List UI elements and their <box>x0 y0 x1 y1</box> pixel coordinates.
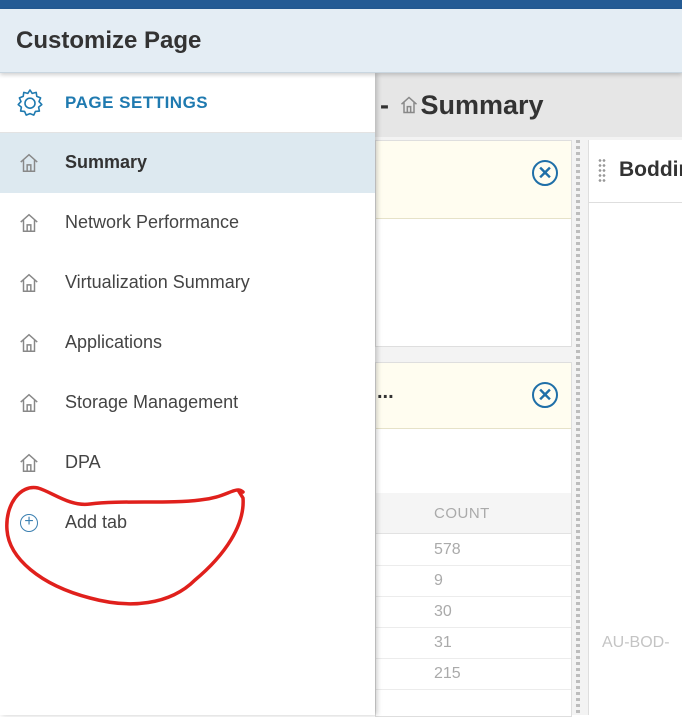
table-header: COUNT <box>376 493 571 534</box>
row-divider <box>376 596 571 597</box>
widget-card: ✕ <box>375 140 572 347</box>
tab-label: Network Performance <box>65 212 240 232</box>
tab-label: Summary <box>65 152 148 172</box>
widget-title-ellipsis: ... <box>377 381 394 403</box>
add-tab-label: Add tab <box>65 512 128 532</box>
tab-label: Applications <box>65 332 163 352</box>
home-icon <box>20 153 38 172</box>
top-accent-bar <box>0 0 682 9</box>
tab-storage-management[interactable]: Storage Management <box>0 373 375 433</box>
tab-applications[interactable]: Applications <box>0 313 375 373</box>
count-cell: 9 <box>434 572 443 589</box>
dashboard-title: - Summary <box>380 90 544 122</box>
customize-page-header: Customize Page <box>0 9 682 73</box>
tab-label: Storage Management <box>65 392 239 412</box>
customize-page-panel: PAGE SETTINGS Summary Network Performanc… <box>0 73 375 715</box>
node-label: AU-BOD- <box>602 634 670 651</box>
home-icon <box>20 393 38 412</box>
tab-summary[interactable]: Summary <box>0 133 375 193</box>
close-widget-button[interactable]: ✕ <box>532 382 558 408</box>
count-column-header[interactable]: COUNT <box>434 505 490 522</box>
count-cell: 578 <box>434 541 461 558</box>
dashboard-title-text: Summary <box>420 90 544 120</box>
row-divider <box>376 658 571 659</box>
row-divider <box>376 627 571 628</box>
page-title: Customize Page <box>16 27 202 54</box>
add-tab-button[interactable]: + Add tab <box>0 493 375 553</box>
tab-network-performance[interactable]: Network Performance <box>0 193 375 253</box>
count-cell: 31 <box>434 634 452 651</box>
close-widget-button[interactable]: ✕ <box>532 160 558 186</box>
plus-circle-icon: + <box>20 514 38 532</box>
page-settings-label: PAGE SETTINGS <box>65 93 209 112</box>
tab-label: DPA <box>65 452 101 472</box>
row-divider <box>376 689 571 690</box>
home-icon <box>399 91 419 122</box>
widget-title: Boddir <box>619 158 682 181</box>
home-icon <box>20 273 38 292</box>
count-cell: 30 <box>434 603 452 620</box>
row-divider <box>376 565 571 566</box>
drag-handle-icon[interactable] <box>598 158 606 184</box>
widget-card: ... ✕ COUNT 578 9 30 31 215 <box>375 362 572 717</box>
tab-virtualization-summary[interactable]: Virtualization Summary <box>0 253 375 313</box>
title-separator: - <box>380 90 389 120</box>
gear-icon <box>17 89 43 116</box>
tab-dpa[interactable]: DPA <box>0 433 375 493</box>
column-resize-handle[interactable] <box>576 140 580 715</box>
home-icon <box>20 453 38 472</box>
page-settings-item[interactable]: PAGE SETTINGS <box>0 73 375 133</box>
home-icon <box>20 333 38 352</box>
count-cell: 215 <box>434 665 461 682</box>
widget-header: Boddir <box>588 140 682 203</box>
tab-label: Virtualization Summary <box>65 272 250 292</box>
home-icon <box>20 213 38 232</box>
